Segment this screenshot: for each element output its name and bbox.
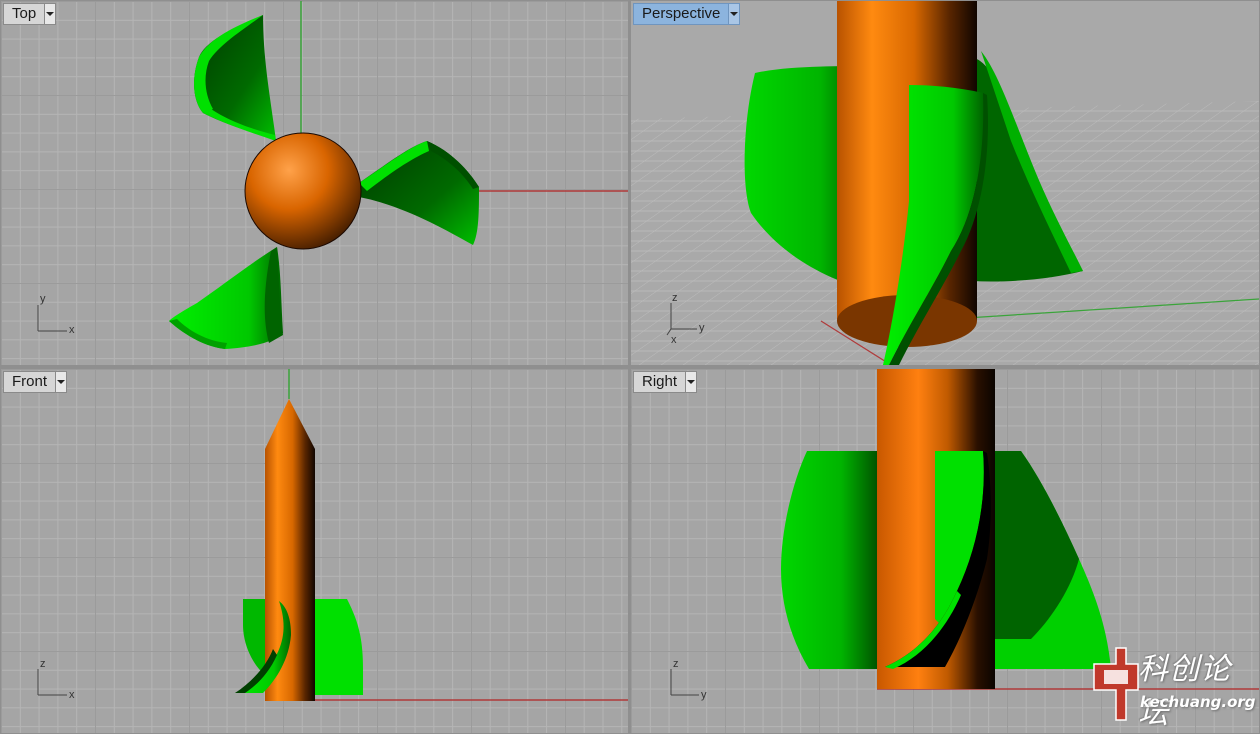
top-viewport[interactable]: Top y x	[1, 1, 628, 365]
propeller-blade-1[interactable]	[194, 15, 276, 141]
top-viewport-tab[interactable]: Top	[3, 3, 57, 25]
watermark-url: kechuang.org	[1140, 693, 1256, 711]
propeller-blade-left[interactable]	[243, 599, 265, 675]
right-axis-v-label: z	[673, 658, 679, 670]
propeller-blade-left[interactable]	[781, 451, 881, 669]
right-viewport-title[interactable]: Right	[634, 372, 685, 392]
top-axis-h-label: x	[69, 324, 75, 336]
top-viewport-dropdown-icon[interactable]	[44, 4, 56, 24]
propeller-blade-3[interactable]	[169, 247, 283, 349]
perspective-axis-v-label: z	[672, 292, 678, 304]
front-axis-v-label: z	[40, 658, 46, 670]
right-viewport-tab[interactable]: Right	[633, 371, 698, 393]
top-axis-v-label: y	[40, 293, 46, 305]
perspective-viewport-dropdown-icon[interactable]	[728, 4, 740, 24]
front-viewport[interactable]: Front z x	[1, 369, 628, 733]
right-viewport-dropdown-icon[interactable]	[685, 372, 697, 392]
perspective-viewport-title[interactable]: Perspective	[634, 4, 728, 24]
front-axis-h-label: x	[69, 689, 75, 701]
perspective-viewport-tab[interactable]: Perspective	[633, 3, 741, 25]
front-axis-indicator: z x	[37, 658, 75, 701]
right-axis-indicator: z y	[670, 658, 707, 701]
top-viewport-title[interactable]: Top	[4, 4, 44, 24]
perspective-axis-d-label: x	[671, 334, 677, 346]
propeller-shaft-tip[interactable]	[265, 399, 315, 449]
kechuang-logo-icon	[1093, 647, 1139, 721]
front-viewport-tab[interactable]: Front	[3, 371, 68, 393]
front-viewport-dropdown-icon[interactable]	[55, 372, 67, 392]
kechuang-watermark: 科创论坛 kechuang.org	[1086, 640, 1258, 731]
watermark-title: 科创论坛	[1138, 652, 1231, 731]
perspective-axis-h-label: y	[699, 322, 705, 334]
perspective-view-scene[interactable]: z y x	[631, 1, 1259, 365]
propeller-hub-sphere[interactable]	[244, 132, 362, 250]
front-viewport-title[interactable]: Front	[4, 372, 55, 392]
top-view-scene[interactable]: y x	[1, 1, 628, 365]
propeller-blade-2[interactable]	[359, 141, 479, 245]
top-axis-indicator: y x	[37, 293, 75, 336]
front-view-scene[interactable]: z x	[1, 369, 628, 733]
perspective-viewport[interactable]: Perspective z y x	[631, 1, 1259, 365]
right-axis-h-label: y	[701, 689, 707, 701]
